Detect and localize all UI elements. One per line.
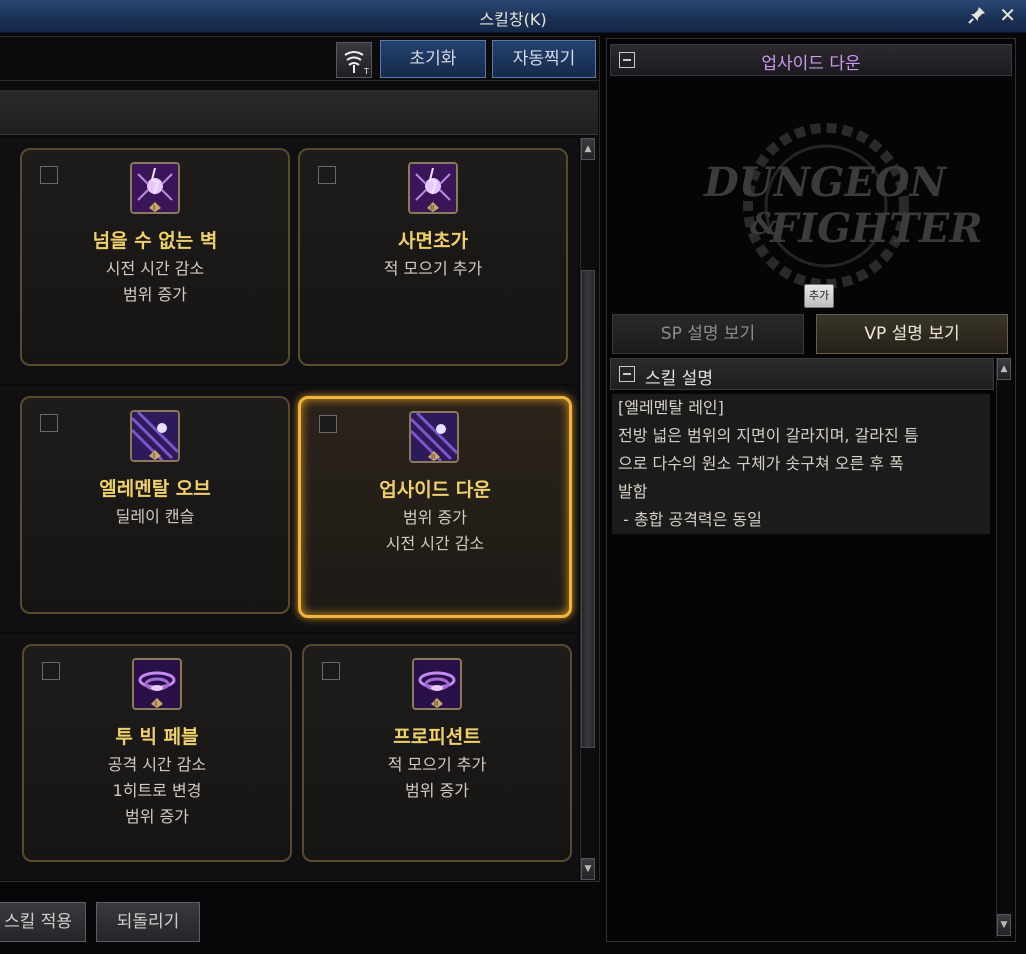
skill-description: 적 모으기 추가 범위 증가	[304, 752, 570, 804]
desc-line: 공격 시간 감소	[107, 755, 207, 774]
scroll-up-icon[interactable]: ▲	[581, 138, 595, 160]
pin-icon[interactable]	[968, 6, 986, 28]
skill-checkbox[interactable]	[42, 662, 60, 680]
skill-name: 투 빅 페블	[115, 726, 199, 748]
scroll-up-icon[interactable]: ▲	[997, 358, 1011, 380]
skill-checkbox[interactable]	[40, 414, 58, 432]
skill-name: 넘을 수 없는 벽	[92, 230, 218, 252]
skill-description: 딜레이 캔슬	[22, 504, 288, 530]
tier-label: II	[431, 453, 435, 461]
skill-description: 범위 증가 시전 시간 감소	[301, 505, 569, 557]
desc-line: 범위 증가	[403, 508, 467, 527]
tab-vp-description[interactable]: VP 설명 보기	[816, 314, 1008, 354]
skill-card[interactable]: II 사면초가 적 모으기 추가	[298, 148, 568, 366]
desc-line: 적 모으기 추가	[387, 755, 487, 774]
desc-line: 시전 시간 감소	[385, 534, 485, 553]
skill-card[interactable]: I 넘을 수 없는 벽 시전 시간 감소 범위 증가	[20, 148, 290, 366]
skill-checkbox[interactable]	[40, 166, 58, 184]
skill-description-body: [엘레멘탈 레인] 전방 넓은 범위의 지면이 갈라지며, 갈라진 틈 으로 다…	[612, 394, 990, 534]
desc-line: 범위 증가	[405, 781, 469, 800]
desc-line: 범위 증가	[125, 807, 189, 826]
lightning-skill-icon: I	[130, 162, 180, 214]
skill-checkbox[interactable]	[318, 166, 336, 184]
orb-skill-icon: II	[409, 411, 459, 463]
add-button[interactable]: 추가	[804, 284, 834, 308]
skill-name: 사면초가	[398, 230, 468, 252]
description-line: 으로 다수의 원소 구체가 솟구쳐 오른 후 폭	[618, 454, 904, 473]
tier-label: I	[153, 204, 155, 212]
window-title: 스킬창(K)	[479, 10, 547, 29]
description-line: 발함	[618, 482, 648, 501]
lightning-skill-icon: II	[408, 162, 458, 214]
tier-label: II	[434, 700, 438, 708]
svg-text:T: T	[363, 67, 369, 76]
tier-label: I	[153, 452, 155, 460]
tab-sp-description[interactable]: SP 설명 보기	[612, 314, 804, 354]
description-line: [엘레멘탈 레인]	[618, 398, 724, 417]
tier-label: I	[155, 700, 157, 708]
reset-button[interactable]: 초기화	[380, 40, 486, 78]
detail-scrollbar[interactable]	[996, 358, 1013, 938]
orb-skill-icon: I	[130, 410, 180, 462]
close-icon[interactable]: ✕	[999, 4, 1016, 26]
skill-name: 엘레멘탈 오브	[99, 478, 211, 500]
vortex-skill-icon: II	[412, 658, 462, 710]
collapse-icon[interactable]	[619, 366, 635, 382]
revert-button[interactable]: 되돌리기	[96, 902, 200, 942]
skill-name: 프로피션트	[393, 726, 481, 748]
wind-swirl-icon[interactable]: T	[336, 42, 372, 78]
skill-name: 업사이드 다운	[379, 479, 491, 501]
scroll-down-icon[interactable]: ▼	[997, 914, 1011, 936]
desc-line: 범위 증가	[123, 285, 187, 304]
desc-line: 1히트로 변경	[112, 781, 202, 800]
logo-text-line1: DUNGEON	[703, 159, 948, 206]
skill-card[interactable]: I 엘레멘탈 오브 딜레이 캔슬	[20, 396, 290, 614]
desc-line: 시전 시간 감소	[105, 259, 205, 278]
detail-title: 업사이드 다운	[761, 54, 861, 74]
scroll-down-icon[interactable]: ▼	[581, 858, 595, 880]
description-line: 전방 넓은 범위의 지면이 갈라지며, 갈라진 틈	[618, 426, 919, 445]
detail-header: 업사이드 다운	[610, 44, 1012, 76]
apply-skill-button[interactable]: 스킬 적용	[0, 902, 86, 942]
skill-checkbox[interactable]	[319, 415, 337, 433]
vortex-skill-icon: I	[132, 658, 182, 710]
scroll-thumb[interactable]	[581, 270, 595, 748]
list-header-strip	[0, 90, 598, 135]
skill-description-label: 스킬 설명	[645, 369, 713, 389]
description-line: - 총합 공격력은 동일	[618, 510, 762, 529]
skill-description: 적 모으기 추가	[300, 256, 566, 282]
skill-card[interactable]: I 투 빅 페블 공격 시간 감소 1히트로 변경 범위 증가	[22, 644, 292, 862]
skill-description: 공격 시간 감소 1히트로 변경 범위 증가	[24, 752, 290, 830]
desc-line: 적 모으기 추가	[383, 259, 483, 278]
skill-card-selected[interactable]: II 업사이드 다운 범위 증가 시전 시간 감소	[298, 396, 572, 618]
desc-line: 딜레이 캔슬	[115, 507, 195, 526]
logo-text-line2: FIGHTER	[769, 205, 983, 252]
title-bar: 스킬창(K) ✕	[0, 0, 1026, 33]
skill-checkbox[interactable]	[322, 662, 340, 680]
skill-description-header: 스킬 설명	[610, 358, 994, 390]
skill-description: 시전 시간 감소 범위 증가	[22, 256, 288, 308]
auto-learn-button[interactable]: 자동찍기	[492, 40, 596, 78]
game-logo: DUNGEON & FIGHTER	[610, 86, 1010, 306]
skill-card[interactable]: II 프로피션트 적 모으기 추가 범위 증가	[302, 644, 572, 862]
tier-label: II	[430, 204, 434, 212]
